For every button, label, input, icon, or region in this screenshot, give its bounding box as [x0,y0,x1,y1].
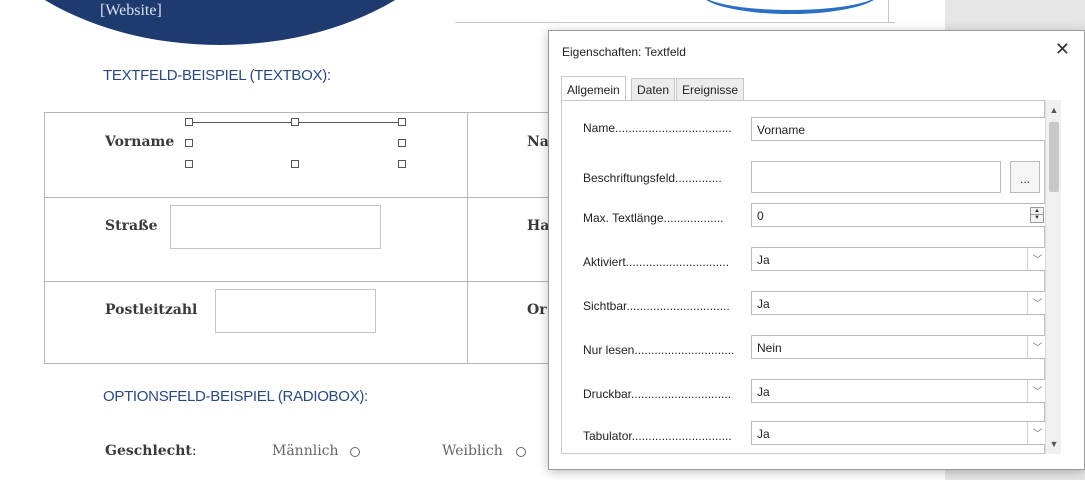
resize-handle[interactable] [185,139,193,147]
postleitzahl-label: Postleitzahl [105,302,198,318]
prop-label-druckbar: Druckbar.............................. [583,387,732,401]
tabulator-value: Ja [757,427,770,441]
spin-down-icon[interactable]: ▼ [1031,215,1043,222]
radio-option-weiblich-label: Weiblich [442,443,503,459]
prop-label-max-textlaenge: Max. Textlänge.................. [583,211,724,225]
druckbar-dropdown[interactable]: Ja ﹀ [751,379,1048,403]
table-row-divider [45,281,603,282]
general-tab-panel: Name................................... … [561,100,1048,454]
chevron-down-icon[interactable]: ﹀ [1027,292,1047,314]
name-field[interactable]: Vorname [751,117,1048,141]
chevron-down-icon[interactable]: ﹀ [1027,248,1047,270]
geschlecht-colon: : [191,443,197,459]
prop-label-beschriftungsfeld: Beschriftungsfeld.............. [583,171,722,185]
header-arc-shape [0,0,480,45]
resize-handle[interactable] [398,160,406,168]
resize-handle[interactable] [185,118,193,126]
radio-maennlich[interactable] [350,447,360,457]
table-column-divider [467,113,468,363]
header-divider [455,22,895,23]
spin-button[interactable]: ▲ ▼ [1030,207,1044,223]
druckbar-value: Ja [757,385,770,399]
nur-lesen-value: Nein [757,341,782,355]
radio-option-maennlich-label: Männlich [272,443,339,459]
prop-label-tabulator: Tabulator.............................. [583,429,732,443]
strasse-label: Straße [105,218,158,234]
tab-ereignisse[interactable]: Ereignisse [676,78,745,100]
prop-label-aktiviert: Aktiviert............................... [583,255,730,269]
header-website-text: [Website] [100,2,162,19]
chevron-down-icon[interactable]: ﹀ [1027,380,1047,402]
geschlecht-label-text: Geschlecht [105,443,192,459]
ort-label: Or [527,302,547,318]
vorname-textfield-selected[interactable] [185,118,406,168]
max-textlaenge-field[interactable]: 0 ▲ ▼ [751,203,1048,227]
scrollbar-thumb[interactable] [1049,122,1059,192]
aktiviert-dropdown[interactable]: Ja ﹀ [751,247,1048,271]
resize-handle[interactable] [398,118,406,126]
ellipsis-button[interactable]: ... [1010,161,1040,193]
prop-label-sichtbar: Sichtbar............................... [583,299,730,313]
prop-label-nur-lesen: Nur lesen.............................. [583,343,735,357]
postleitzahl-textbox[interactable] [215,289,376,333]
sichtbar-dropdown[interactable]: Ja ﹀ [751,291,1048,315]
table-row-divider [45,197,603,198]
header-blue-arc [700,0,880,14]
radio-weiblich[interactable] [516,447,526,457]
tab-daten[interactable]: Daten [631,78,676,100]
spin-up-icon[interactable]: ▲ [1031,208,1043,215]
radiobox-section-title: OPTIONSFELD-BEISPIEL (RADIOBOX): [103,388,368,405]
dialog-title: Eigenschaften: Textfeld [562,45,686,59]
nachname-label: Na [527,134,549,150]
scroll-down-icon[interactable]: ▼ [1046,436,1062,452]
scroll-up-icon[interactable]: ▲ [1046,102,1062,118]
tabulator-dropdown[interactable]: Ja ﹀ [751,421,1048,445]
hausnummer-label: Ha [527,218,550,234]
textbox-section-title: TEXTFELD-BEISPIEL (TEXTBOX): [103,67,331,84]
resize-handle[interactable] [291,118,299,126]
max-textlaenge-value: 0 [757,209,764,223]
prop-label-name: Name................................... [583,121,732,135]
strasse-textbox[interactable] [170,205,381,249]
resize-handle[interactable] [291,160,299,168]
beschriftungsfeld-field[interactable] [751,161,1001,193]
properties-dialog: Eigenschaften: Textfeld ✕ Allgemein Date… [548,30,1085,470]
tab-allgemein[interactable]: Allgemein [561,76,626,100]
geschlecht-label: Geschlecht: [105,443,197,459]
chevron-down-icon[interactable]: ﹀ [1027,422,1047,444]
vertical-scrollbar[interactable]: ▲ ▼ [1045,100,1061,454]
header-divider-vertical [888,0,889,22]
resize-handle[interactable] [398,139,406,147]
resize-handle[interactable] [185,160,193,168]
chevron-down-icon[interactable]: ﹀ [1027,336,1047,358]
sichtbar-value: Ja [757,297,770,311]
nur-lesen-dropdown[interactable]: Nein ﹀ [751,335,1048,359]
aktiviert-value: Ja [757,253,770,267]
close-icon[interactable]: ✕ [1055,39,1070,60]
vorname-label: Vorname [105,134,175,150]
